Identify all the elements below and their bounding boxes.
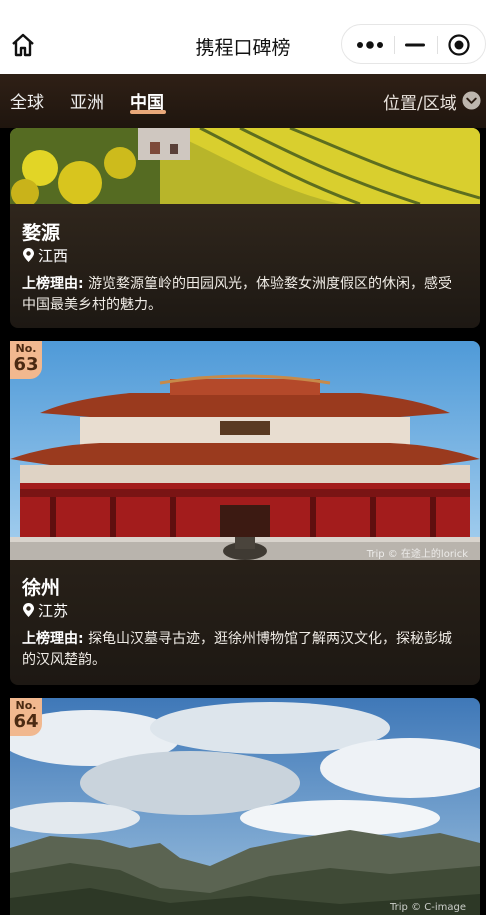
location-pin-icon [23, 248, 34, 262]
ranking-reason: 上榜理由: 探龟山汉墓寻古迹，逛徐州博物馆了解两汉文化，探秘彭城的汉风楚韵。 [22, 629, 462, 671]
target-close-icon[interactable] [447, 33, 471, 57]
destination-name: 婺源 [22, 222, 61, 244]
minimize-icon[interactable] [403, 37, 427, 53]
location-text: 江西 [38, 247, 69, 265]
reason-text: 游览婺源篁岭的田园风光，体验婺女洲度假区的休闲，感受中国最美乡村的魅力。 [22, 276, 453, 313]
rank-badge: No. 63 [10, 341, 42, 379]
location-pin-icon [23, 603, 34, 617]
chevron-down-icon[interactable] [462, 91, 481, 110]
ranking-card[interactable]: 婺源 江西 上榜理由: 游览婺源篁岭的田园风光，体验婺女洲度假区的休闲，感受中国… [10, 128, 480, 328]
destination-location: 江苏 [22, 600, 68, 621]
rank-badge: No. 64 [10, 698, 42, 736]
destination-photo [10, 698, 480, 915]
reason-text: 探龟山汉墓寻古迹，逛徐州博物馆了解两汉文化，探秘彭城的汉风楚韵。 [22, 631, 453, 668]
capsule-divider [394, 36, 395, 54]
reason-label: 上榜理由: [22, 276, 84, 292]
ranking-reason: 上榜理由: 游览婺源篁岭的田园风光，体验婺女洲度假区的休闲，感受中国最美乡村的魅… [22, 274, 462, 316]
photo-credit: Trip © C-image [390, 902, 466, 913]
category-tab-bar: 全球 亚洲 中国 位置/区域 [0, 74, 486, 128]
capsule-divider [437, 36, 438, 54]
photo-credit: Trip © 在途上的lorick [366, 549, 468, 560]
rank-number: 63 [13, 354, 39, 375]
mini-program-capsule [341, 24, 486, 64]
reason-label: 上榜理由: [22, 631, 84, 647]
more-dots-icon[interactable] [356, 37, 384, 53]
rank-number: 64 [13, 711, 39, 732]
tab-asia[interactable]: 亚洲 [70, 88, 104, 113]
region-filter[interactable]: 位置/区域 [383, 89, 457, 114]
ranking-card[interactable]: Trip © 在途上的lorick 徐州 江苏 上榜理由: 探龟山汉墓寻古迹，逛… [10, 341, 480, 685]
destination-name: 徐州 [22, 577, 61, 599]
active-tab-indicator [130, 110, 166, 114]
destination-location: 江西 [22, 245, 68, 266]
destination-photo [10, 341, 480, 560]
top-bar: 携程口碑榜 [0, 0, 486, 74]
tab-global[interactable]: 全球 [10, 88, 44, 113]
destination-photo [10, 128, 480, 204]
location-text: 江苏 [38, 602, 69, 620]
ranking-card[interactable]: Trip © C-image [10, 698, 480, 915]
